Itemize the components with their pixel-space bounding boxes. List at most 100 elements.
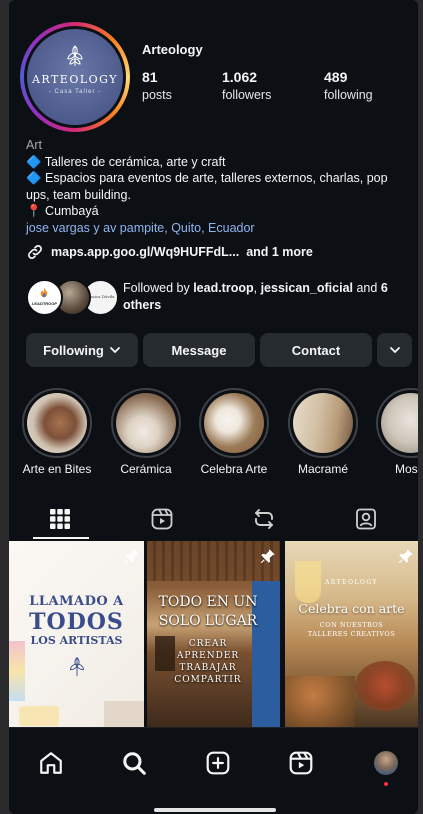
nav-profile[interactable] bbox=[371, 748, 401, 786]
flame-icon bbox=[40, 288, 48, 298]
repost-icon bbox=[255, 508, 273, 529]
highlight-cover bbox=[204, 393, 264, 453]
post-tile-1[interactable]: LLAMADO A TODOS LOS ARTISTAS bbox=[9, 541, 144, 727]
pin-icon bbox=[398, 549, 413, 564]
link-icon bbox=[28, 245, 42, 259]
followed-by-name-1[interactable]: lead.troop bbox=[193, 281, 253, 295]
follower-avatar-1-text: LEADTROOP bbox=[31, 301, 58, 306]
post-1-line-1: LLAMADO A bbox=[29, 594, 124, 609]
highlight-label: Arte en Bites bbox=[22, 462, 92, 476]
post-3-subtitle: CON NUESTROS TALLERES CREATIVOS bbox=[307, 621, 396, 638]
profile-username: Arteology bbox=[142, 42, 203, 57]
highlight-label: Mosai bbox=[394, 462, 418, 476]
nav-home[interactable] bbox=[36, 748, 66, 778]
followed-by-name-2[interactable]: jessican_oficial bbox=[261, 281, 353, 295]
profile-avatar[interactable]: ARTEOLOGY - Casa Taller - bbox=[20, 22, 130, 132]
highlight-cover bbox=[381, 393, 418, 453]
stat-followers-value: 1.062 bbox=[222, 69, 258, 85]
post-tile-3[interactable]: ARTEOLOGY Celebra con arte CON NUESTROS … bbox=[285, 541, 418, 727]
bio-external-link[interactable]: maps.app.goo.gl/Wq9HUFFdL... and 1 more bbox=[26, 243, 313, 261]
post-grid: LLAMADO A TODOS LOS ARTISTAS TODO EN UN … bbox=[9, 541, 418, 727]
avatar-brand-name: ARTEOLOGY bbox=[31, 73, 119, 86]
bio-category: Art bbox=[26, 138, 42, 152]
suggested-users-button[interactable] bbox=[377, 333, 412, 367]
followed-by-prefix: Followed by bbox=[123, 281, 190, 295]
post-2-words: CREAR APRENDER TRABAJAR COMPARTIR bbox=[165, 638, 251, 686]
chevron-down-icon bbox=[389, 347, 400, 354]
follower-avatar-1: LEADTROOP bbox=[26, 279, 63, 316]
chevron-down-icon bbox=[109, 347, 120, 354]
profile-screen: ARTEOLOGY - Casa Taller - Arteology 81 p… bbox=[9, 0, 418, 814]
post-3-brand: ARTEOLOGY bbox=[324, 579, 379, 586]
tab-reels[interactable] bbox=[111, 497, 213, 540]
message-button-label: Message bbox=[171, 342, 227, 358]
profile-avatar-small bbox=[374, 751, 398, 775]
create-post-icon bbox=[206, 751, 230, 775]
bio-location-link[interactable]: jose vargas y av pampite, Quito, Ecuador bbox=[26, 220, 406, 237]
contact-button[interactable]: Contact bbox=[260, 333, 372, 367]
tagged-icon bbox=[356, 508, 376, 529]
highlight-label: Celebra Arte bbox=[200, 462, 268, 476]
bio-link-text: maps.app.goo.gl/Wq9HUFFdL... bbox=[51, 245, 240, 259]
pin-icon bbox=[124, 549, 139, 564]
nav-create[interactable] bbox=[203, 748, 233, 778]
followed-by-separator: , bbox=[253, 281, 258, 295]
stat-followers[interactable]: 1.062 followers bbox=[222, 69, 271, 102]
post-1-leaf-icon bbox=[70, 656, 84, 677]
notification-dot bbox=[384, 782, 388, 786]
highlight-macrame[interactable]: Macramé bbox=[285, 388, 361, 476]
stat-following-value: 489 bbox=[324, 69, 348, 85]
reels-icon bbox=[151, 508, 173, 529]
highlight-label: Macramé bbox=[297, 462, 348, 476]
reels-icon bbox=[289, 751, 313, 775]
search-icon bbox=[123, 752, 146, 775]
highlight-cover bbox=[116, 393, 176, 453]
home-icon bbox=[40, 752, 62, 774]
post-tile-2[interactable]: TODO EN UN SOLO LUGAR CREAR APRENDER TRA… bbox=[147, 541, 280, 727]
followed-by-and: and bbox=[356, 281, 378, 295]
bottom-navigation bbox=[9, 727, 418, 814]
logo-leaf-icon bbox=[67, 45, 83, 66]
stat-followers-label: followers bbox=[222, 88, 272, 102]
tab-reposts[interactable] bbox=[213, 497, 315, 540]
followed-by-text: Followed by lead.troop, jessican_oficial… bbox=[123, 280, 413, 314]
highlight-cover bbox=[27, 393, 87, 453]
highlight-cover bbox=[293, 393, 353, 453]
stat-posts-label: posts bbox=[142, 88, 172, 102]
message-button[interactable]: Message bbox=[143, 333, 255, 367]
post-2-word-4: COMPARTIR bbox=[174, 675, 242, 685]
post-2-word-1: CREAR bbox=[188, 639, 228, 649]
stat-following-label: following bbox=[324, 88, 373, 102]
bio-line-3: 📍 Cumbayá bbox=[26, 204, 99, 218]
profile-tabs bbox=[9, 497, 418, 541]
post-2-word-2: APRENDER bbox=[176, 651, 240, 661]
bio-line-2: 🔷 Espacios para eventos de arte, tallere… bbox=[26, 171, 388, 202]
profile-bio: Art 🔷 Talleres de cerámica, arte y craft… bbox=[26, 137, 406, 236]
pin-icon bbox=[260, 549, 275, 564]
tab-active-indicator bbox=[33, 537, 89, 539]
highlight-mosaico[interactable]: Mosai bbox=[373, 388, 418, 476]
stat-posts-value: 81 bbox=[142, 69, 158, 85]
post-2-word-3: TRABAJAR bbox=[179, 663, 237, 673]
following-button-label: Following bbox=[43, 342, 104, 358]
highlight-label: Cerámica bbox=[120, 462, 172, 476]
highlight-arte-en-bites[interactable]: Arte en Bites bbox=[19, 388, 95, 476]
tab-tagged[interactable] bbox=[315, 497, 417, 540]
post-2-title: TODO EN UN SOLO LUGAR bbox=[158, 594, 258, 629]
highlight-ceramica[interactable]: Cerámica bbox=[108, 388, 184, 476]
stat-following[interactable]: 489 following bbox=[324, 69, 373, 102]
avatar-brand-sub: - Casa Taller - bbox=[48, 89, 102, 95]
post-3-title: Celebra con arte bbox=[298, 601, 405, 616]
post-1-line-3: LOS ARTISTAS bbox=[30, 634, 123, 647]
following-button[interactable]: Following bbox=[26, 333, 138, 367]
contact-button-label: Contact bbox=[291, 342, 341, 358]
nav-reels[interactable] bbox=[286, 748, 316, 778]
bio-link-more: and 1 more bbox=[246, 245, 313, 259]
stat-posts[interactable]: 81 posts bbox=[142, 69, 172, 102]
tab-posts-grid[interactable] bbox=[9, 497, 111, 540]
highlight-celebra-arte[interactable]: Celebra Arte bbox=[196, 388, 272, 476]
bio-line-1: 🔷 Talleres de cerámica, arte y craft bbox=[26, 154, 226, 169]
nav-search[interactable] bbox=[119, 748, 149, 778]
home-indicator[interactable] bbox=[154, 808, 276, 812]
grid-icon bbox=[50, 508, 70, 529]
